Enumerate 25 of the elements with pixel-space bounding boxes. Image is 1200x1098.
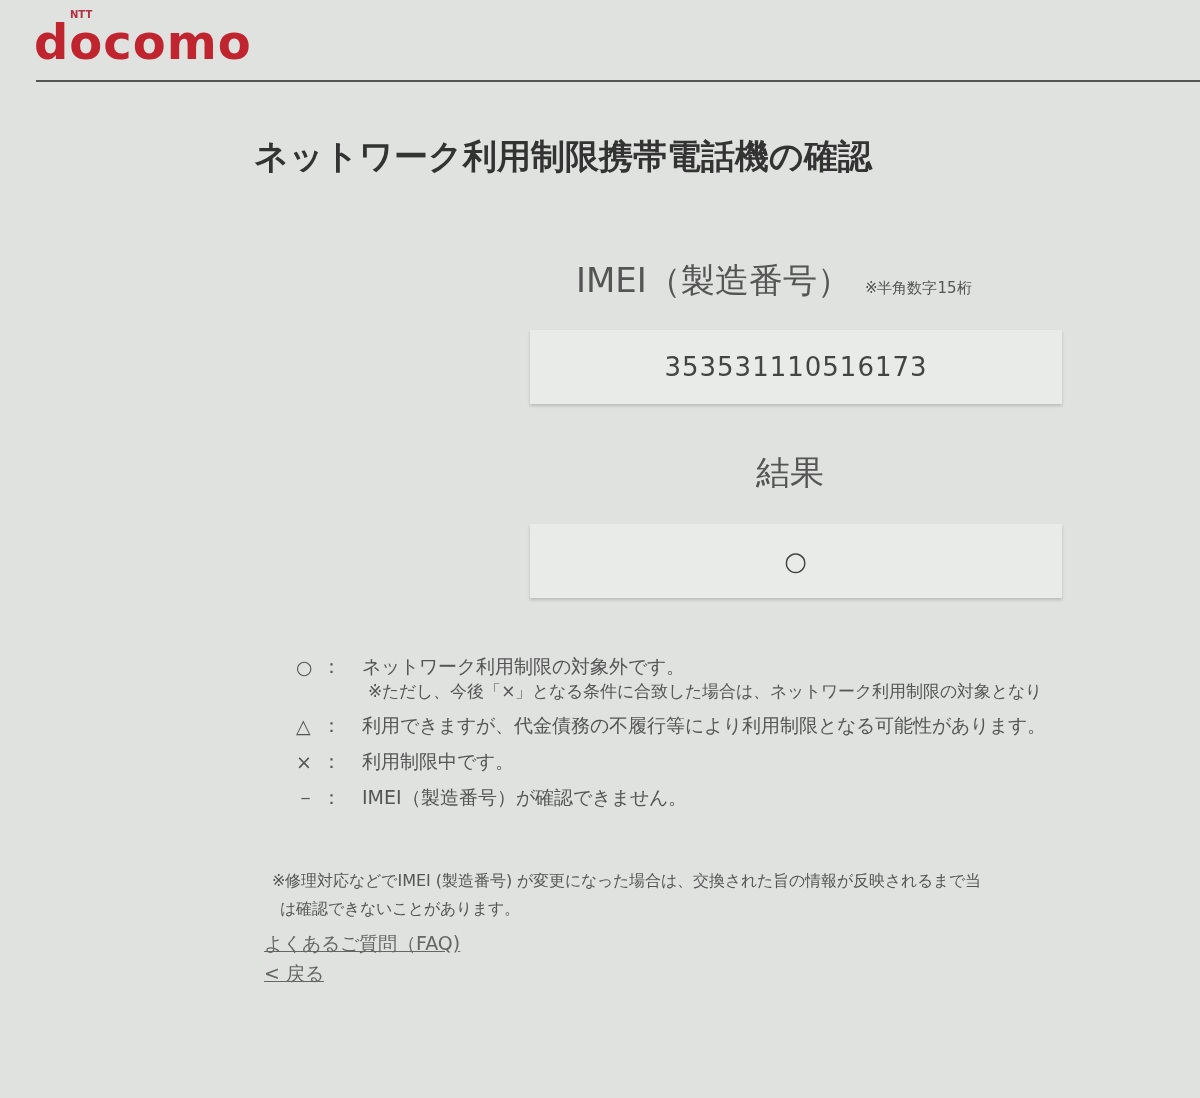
footnote-text: は確認できないことがあります。 <box>279 898 521 920</box>
logo-subtext: NTT <box>70 10 93 20</box>
footnote-text: ※修理対応などでIMEI (製造番号) が変更になった場合は、交換された旨の情報が反映されるまで当 <box>272 870 983 892</box>
legend-symbol: △ <box>296 715 312 737</box>
legend-text: 利用制限中です。 <box>362 749 515 774</box>
separator: ： <box>322 749 342 774</box>
page-title: ネットワーク利用制限携帯電話機の確認 <box>254 135 872 178</box>
legend-symbol: － <box>296 785 316 810</box>
legend-symbol: ○ <box>296 656 314 678</box>
text-link[interactable]: < 戻る <box>264 961 324 987</box>
legend-symbol: × <box>296 751 313 773</box>
text-link[interactable]: よくあるご質問（FAQ) <box>264 931 461 957</box>
field-label: 結果 <box>756 451 824 494</box>
field-label: IMEI（製造番号） <box>576 259 851 302</box>
logo: docomo <box>34 20 252 64</box>
separator: ： <box>322 785 342 810</box>
separator: ： <box>322 713 342 738</box>
field-hint: ※半角数字15桁 <box>864 279 972 299</box>
result-field: ○ <box>530 524 1062 598</box>
legend-text: ネットワーク利用制限の対象外です。 <box>362 654 686 679</box>
separator: ： <box>322 654 342 679</box>
legend-text: 利用できますが、代金債務の不履行等により利用制限となる可能性があります。 <box>362 713 1047 738</box>
legend-note: ※ただし、今後「×」となる条件に合致した場合は、ネットワーク利用制限の対象となり <box>368 680 1044 703</box>
imei-field[interactable]: 353531110516173 <box>530 330 1062 404</box>
legend-text: IMEI（製造番号）が確認できません。 <box>362 785 688 810</box>
